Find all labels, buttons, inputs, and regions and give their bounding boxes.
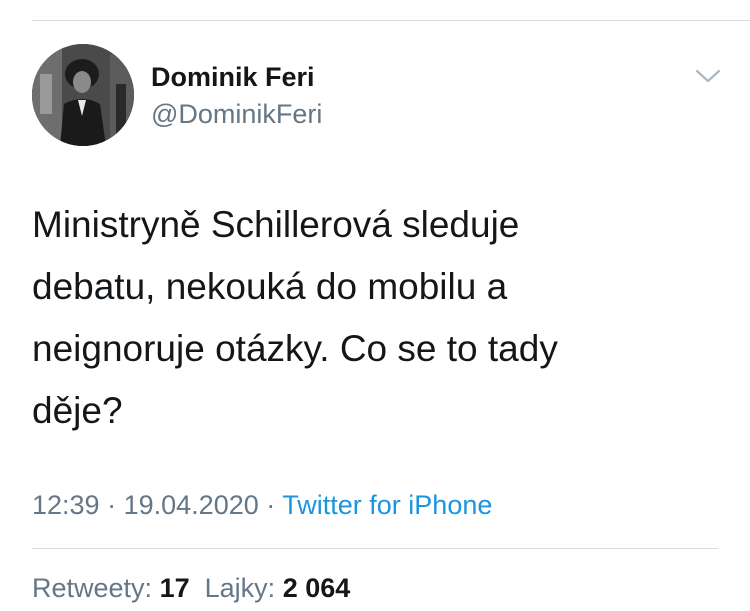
- likes-label: Lajky:: [204, 573, 276, 603]
- tweet-meta: 12:39 · 19.04.2020 · Twitter for iPhone: [32, 490, 492, 521]
- retweets-count: 17: [159, 573, 190, 603]
- likes-stat[interactable]: Lajky: 2 064: [205, 573, 351, 603]
- tweet-text: Ministryně Schillerová sleduje debatu, n…: [32, 204, 558, 431]
- top-divider: [32, 20, 750, 21]
- profile-photo-image: [32, 44, 134, 146]
- author-handle[interactable]: @DominikFeri: [151, 99, 322, 130]
- author-name[interactable]: Dominik Feri: [151, 62, 315, 93]
- retweets-label: Retweety:: [32, 573, 153, 603]
- likes-count: 2 064: [282, 573, 351, 603]
- tweet-date: 19.04.2020: [123, 490, 259, 520]
- meta-separator: ·: [266, 490, 276, 520]
- tweet-view: Dominik Feri @DominikFeri Ministryně Sch…: [0, 0, 750, 611]
- tweet-stats: Retweety: 17 Lajky: 2 064: [32, 573, 350, 604]
- stats-divider: [32, 548, 718, 549]
- avatar[interactable]: [32, 44, 134, 146]
- retweets-stat[interactable]: Retweety: 17: [32, 573, 190, 603]
- chevron-down-icon[interactable]: [694, 66, 722, 86]
- meta-separator: ·: [107, 490, 117, 520]
- tweet-source-link[interactable]: Twitter for iPhone: [282, 490, 492, 520]
- tweet-time: 12:39: [32, 490, 100, 520]
